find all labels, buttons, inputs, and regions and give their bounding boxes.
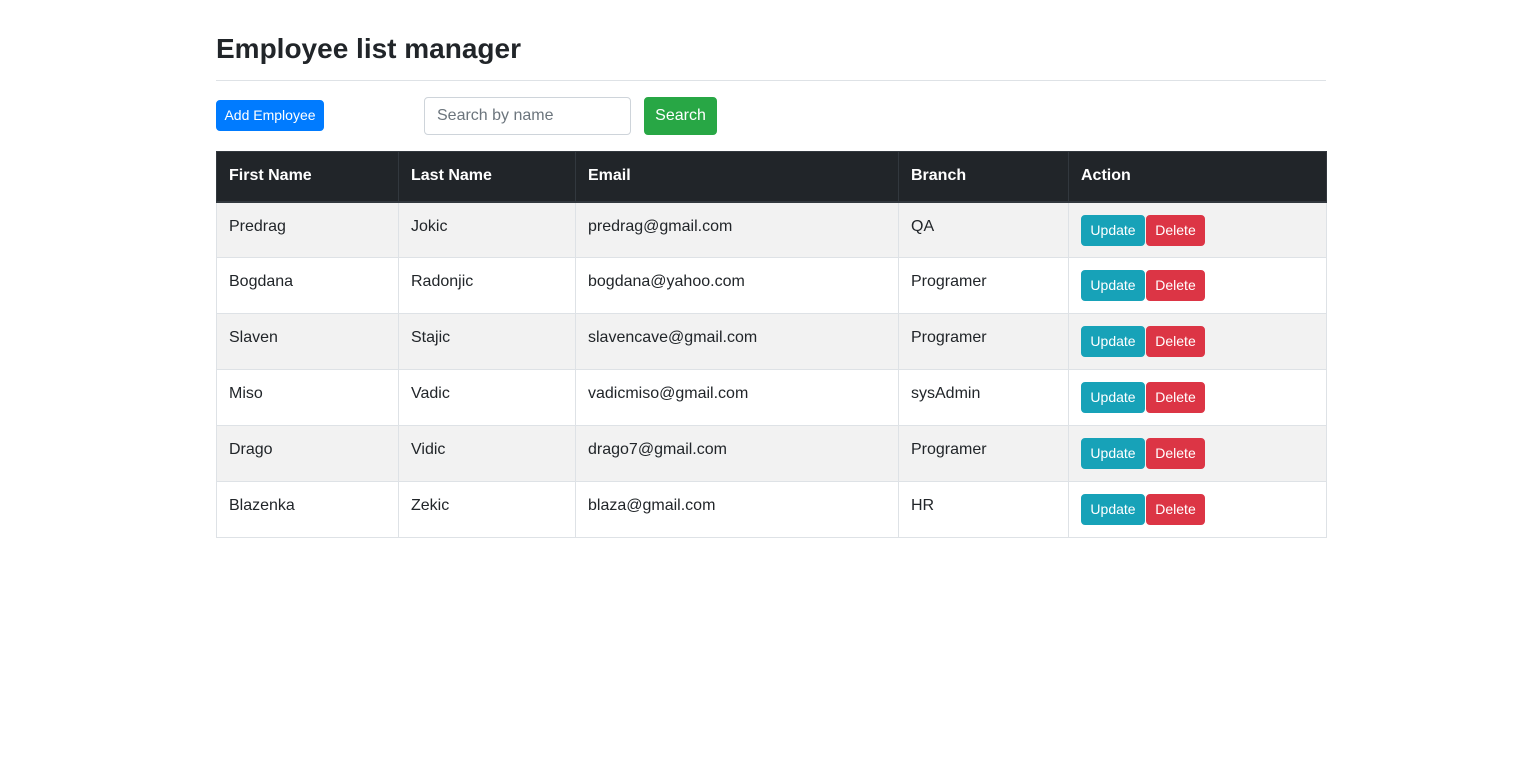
cell-last-name: Stajic xyxy=(398,313,576,370)
cell-action: Update Delete xyxy=(1068,313,1327,370)
cell-branch: Programer xyxy=(898,313,1069,370)
delete-button[interactable]: Delete xyxy=(1146,494,1205,525)
search-input[interactable] xyxy=(424,97,631,135)
table-row: Drago Vidic drago7@gmail.com Programer U… xyxy=(216,425,1327,482)
page-title: Employee list manager xyxy=(216,33,522,64)
cell-email: slavencave@gmail.com xyxy=(575,313,899,370)
table-header: First Name Last Name Email Branch Action xyxy=(216,151,1327,203)
cell-email: drago7@gmail.com xyxy=(575,425,899,482)
cell-branch: HR xyxy=(898,481,1069,538)
column-header-action: Action xyxy=(1068,151,1327,203)
update-button[interactable]: Update xyxy=(1081,438,1145,469)
cell-last-name: Zekic xyxy=(398,481,576,538)
cell-action: Update Delete xyxy=(1068,201,1327,258)
update-button[interactable]: Update xyxy=(1081,326,1145,357)
cell-email: predrag@gmail.com xyxy=(575,201,899,258)
cell-last-name: Vidic xyxy=(398,425,576,482)
cell-branch: QA xyxy=(898,201,1069,258)
table-row: Bogdana Radonjic bogdana@yahoo.com Progr… xyxy=(216,257,1327,314)
add-employee-button[interactable]: Add Employee xyxy=(216,100,324,131)
delete-button[interactable]: Delete xyxy=(1146,214,1205,246)
update-button[interactable]: Update xyxy=(1081,494,1145,525)
cell-email: blaza@gmail.com xyxy=(575,481,899,538)
table-row: Miso Vadic vadicmiso@gmail.com sysAdmin … xyxy=(216,369,1327,426)
table-row: Predrag Jokic predrag@gmail.com QA Updat… xyxy=(216,201,1327,258)
cell-first-name: Bogdana xyxy=(216,257,399,314)
search-button[interactable]: Search xyxy=(644,97,717,135)
cell-first-name: Blazenka xyxy=(216,481,399,538)
delete-button[interactable]: Delete xyxy=(1146,270,1205,301)
cell-email: vadicmiso@gmail.com xyxy=(575,369,899,426)
employee-table: First Name Last Name Email Branch Action… xyxy=(216,151,1327,538)
column-header-last-name: Last Name xyxy=(398,151,576,203)
cell-first-name: Drago xyxy=(216,425,399,482)
cell-branch: Programer xyxy=(898,425,1069,482)
cell-action: Update Delete xyxy=(1068,257,1327,314)
cell-first-name: Miso xyxy=(216,369,399,426)
cell-branch: Programer xyxy=(898,257,1069,314)
table-row: Slaven Stajic slavencave@gmail.com Progr… xyxy=(216,313,1327,370)
table-row: Blazenka Zekic blaza@gmail.com HR Update… xyxy=(216,481,1327,538)
update-button[interactable]: Update xyxy=(1081,214,1145,246)
column-header-first-name: First Name xyxy=(216,151,399,203)
cell-action: Update Delete xyxy=(1068,425,1327,482)
cell-last-name: Vadic xyxy=(398,369,576,426)
cell-last-name: Radonjic xyxy=(398,257,576,314)
delete-button[interactable]: Delete xyxy=(1146,382,1205,413)
title-divider xyxy=(216,80,1326,81)
update-button[interactable]: Update xyxy=(1081,382,1145,413)
cell-branch: sysAdmin xyxy=(898,369,1069,426)
cell-action: Update Delete xyxy=(1068,481,1327,538)
table-header-row: First Name Last Name Email Branch Action xyxy=(216,151,1327,203)
table-body: Predrag Jokic predrag@gmail.com QA Updat… xyxy=(216,201,1327,538)
cell-email: bogdana@yahoo.com xyxy=(575,257,899,314)
update-button[interactable]: Update xyxy=(1081,270,1145,301)
cell-first-name: Slaven xyxy=(216,313,399,370)
cell-last-name: Jokic xyxy=(398,201,576,258)
cell-first-name: Predrag xyxy=(216,201,399,258)
column-header-email: Email xyxy=(575,151,899,203)
delete-button[interactable]: Delete xyxy=(1146,326,1205,357)
cell-action: Update Delete xyxy=(1068,369,1327,426)
delete-button[interactable]: Delete xyxy=(1146,438,1205,469)
column-header-branch: Branch xyxy=(898,151,1069,203)
